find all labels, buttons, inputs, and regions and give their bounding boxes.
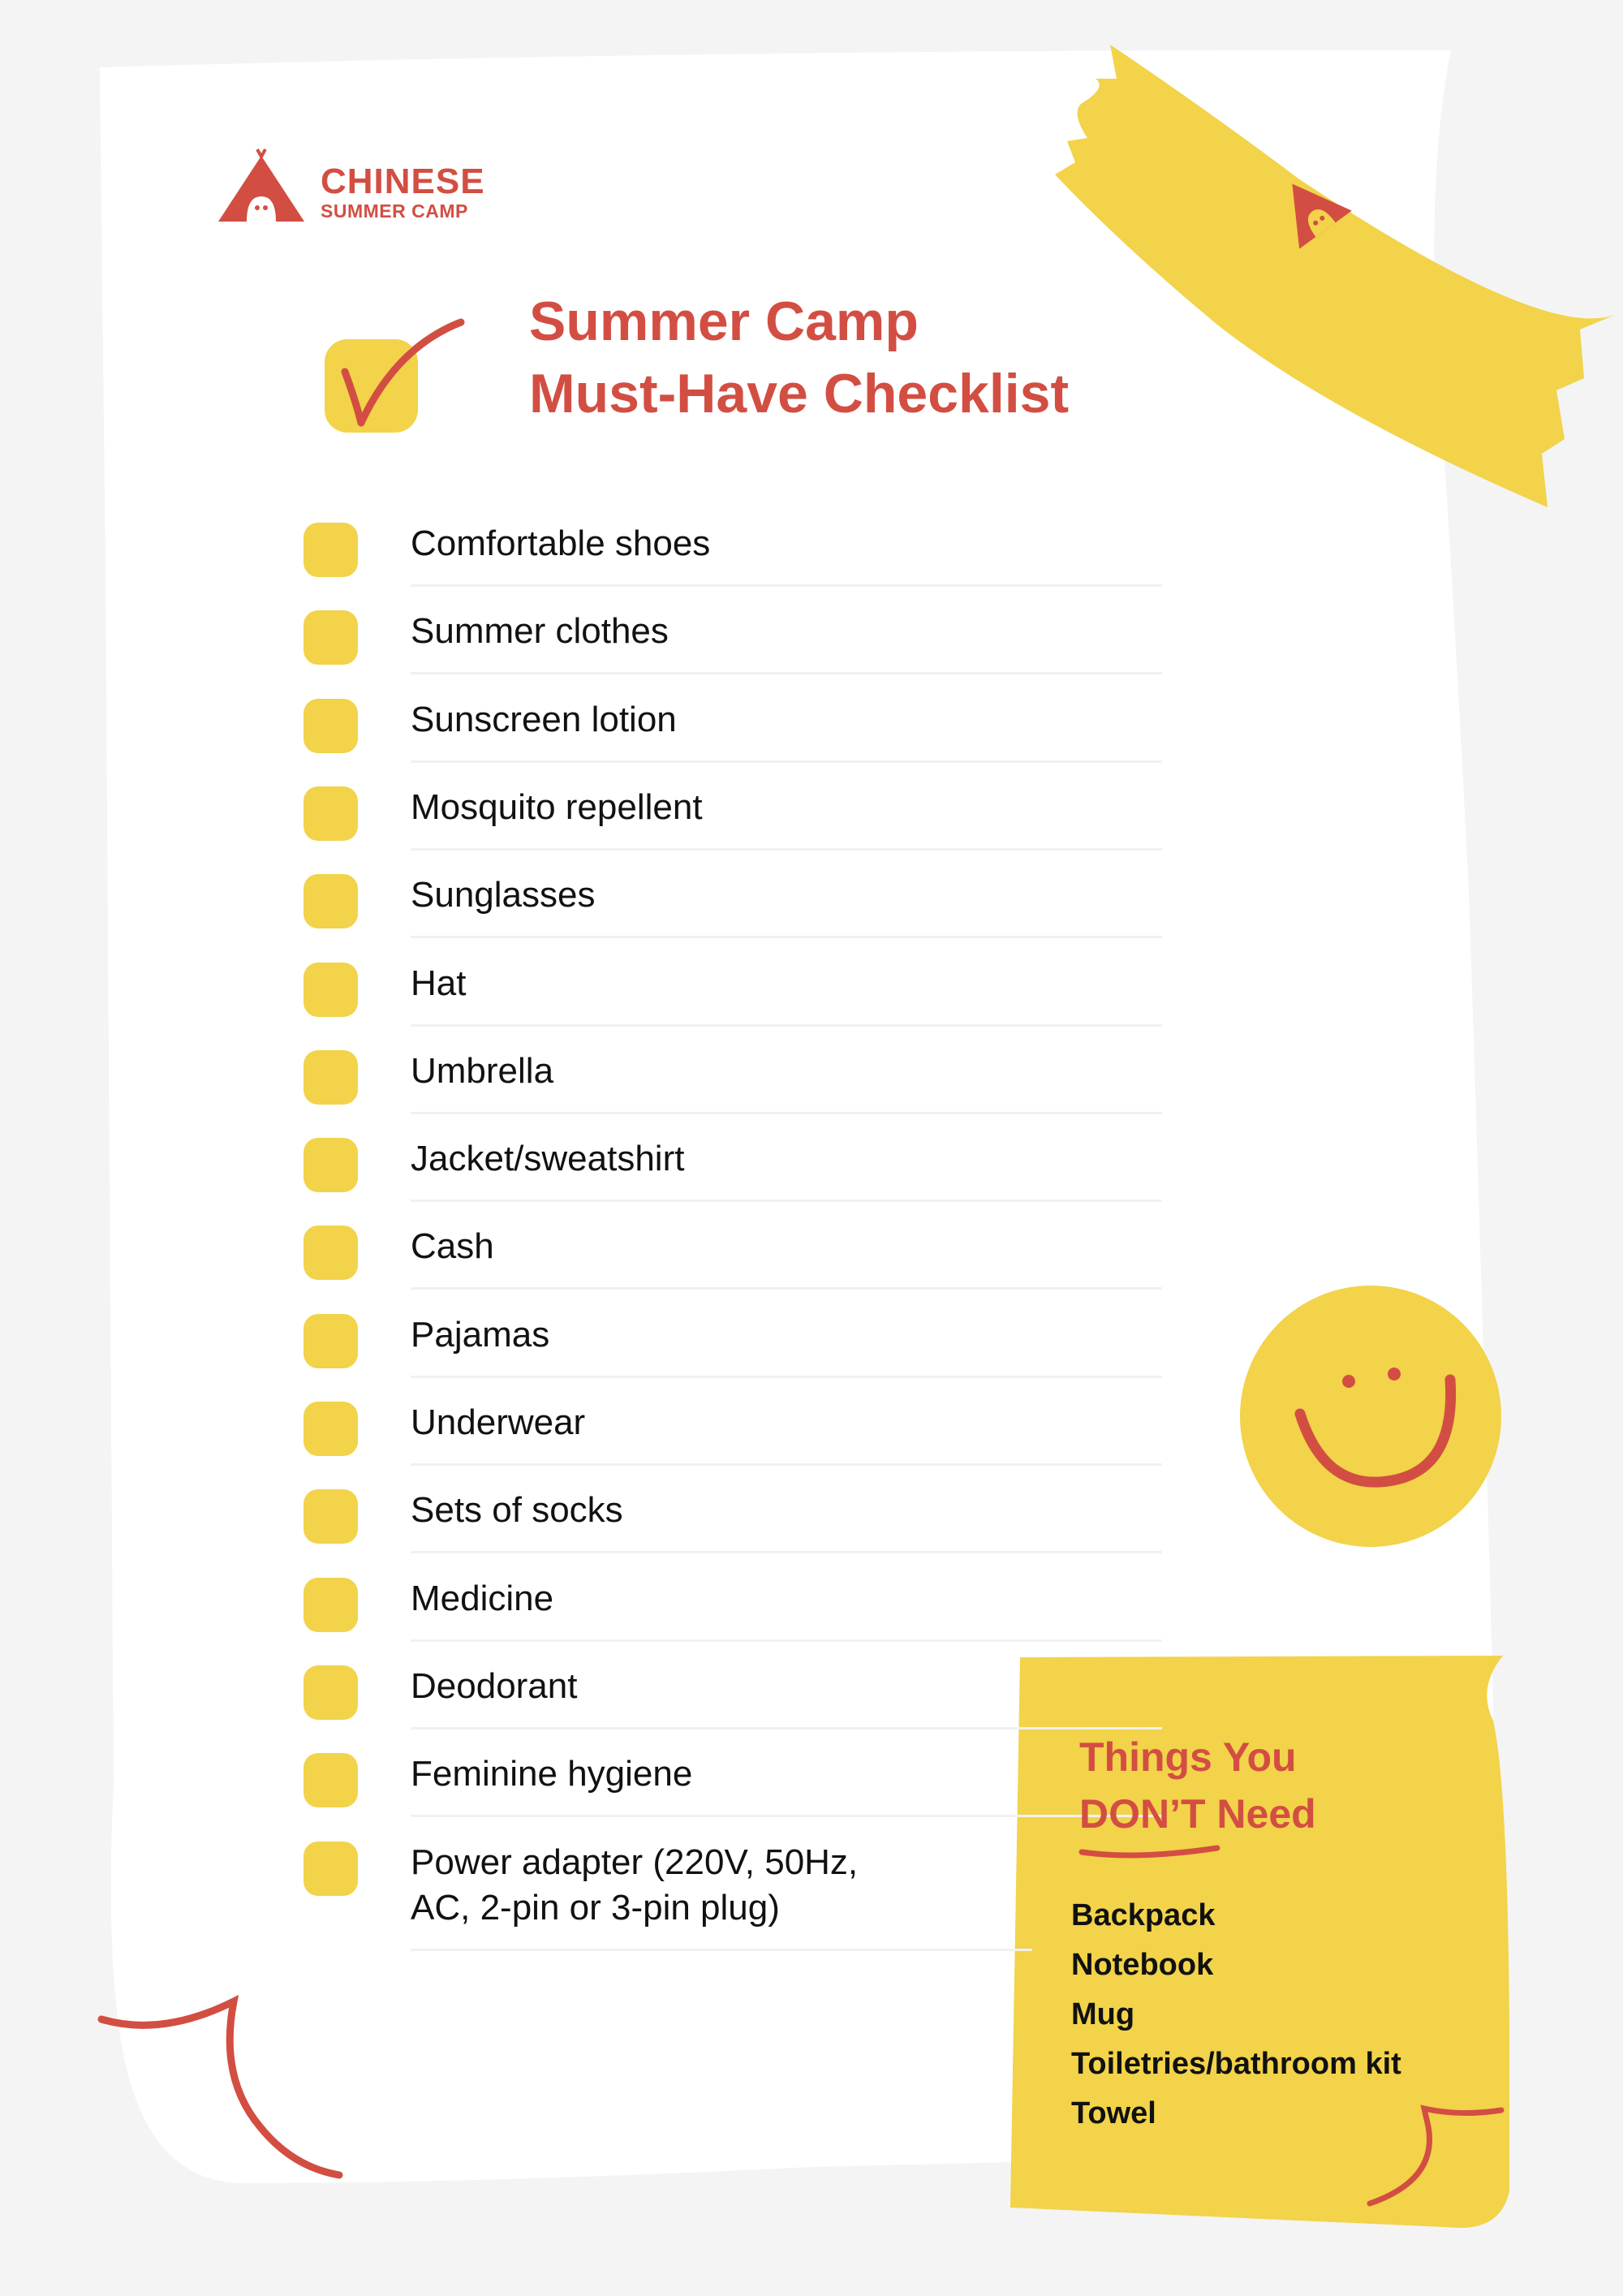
brand-logo: CHINESE SUMMER CAMP — [217, 144, 493, 226]
checklist-item: Hat — [302, 961, 1162, 1050]
checkbox[interactable] — [304, 1138, 358, 1193]
item-text: Mosquito repellent — [411, 786, 703, 827]
item-text: Sunscreen lotion — [411, 699, 677, 739]
checkbox[interactable] — [304, 1753, 358, 1808]
row-divider — [411, 584, 1162, 587]
checklist-item-label: Hat — [411, 961, 466, 1006]
row-divider — [411, 1551, 1162, 1554]
row-divider — [411, 1111, 1162, 1114]
checklist-item: Pajamas — [302, 1312, 1162, 1402]
checkbox[interactable] — [304, 1402, 358, 1456]
item-text: Feminine hygiene — [411, 1754, 693, 1794]
row-divider — [411, 760, 1162, 763]
checkbox[interactable] — [304, 698, 358, 753]
brand-name-line2: SUMMER CAMP — [321, 200, 468, 222]
checkbox[interactable] — [304, 1841, 358, 1896]
checklist-item-label: Deodorant — [411, 1664, 577, 1709]
checkbox[interactable] — [304, 1049, 358, 1105]
title-line1: Summer Camp — [529, 291, 919, 352]
page-title: Summer Camp Must-Have Checklist — [529, 286, 1069, 430]
dont-need-item: Backpack — [1071, 1898, 1216, 1932]
checkmark-icon — [325, 318, 465, 433]
tent-icon — [218, 149, 304, 222]
brand-name-line1: CHINESE — [321, 162, 485, 201]
dont-need-title-line2: DON’T Need — [1079, 1791, 1316, 1837]
row-divider — [411, 1639, 1162, 1642]
checklist-item: Sunglasses — [302, 874, 1162, 962]
dont-need-title-line1: Things You — [1079, 1734, 1297, 1780]
row-divider — [411, 1726, 1162, 1730]
checklist-item: Sunscreen lotion — [302, 697, 1162, 786]
checkbox[interactable] — [304, 1313, 358, 1368]
item-text: Jacket/sweatshirt — [411, 1139, 685, 1179]
checklist-item: Sets of socks — [302, 1489, 1162, 1577]
checklist-item: Underwear — [302, 1402, 1162, 1489]
row-divider — [411, 1200, 1162, 1203]
item-text: Cash — [411, 1226, 494, 1267]
checklist-item-label: Sets of socks — [411, 1488, 623, 1533]
checklist-item-label: Feminine hygiene — [411, 1751, 692, 1797]
checkbox[interactable] — [304, 610, 358, 666]
smiley-icon — [1240, 1286, 1501, 1547]
checkbox[interactable] — [304, 962, 358, 1017]
row-divider — [411, 936, 1162, 939]
row-divider — [411, 1287, 1162, 1290]
item-text: Summer clothes — [411, 611, 669, 652]
checklist-item-label: Umbrella — [411, 1049, 553, 1094]
dont-need-item: Mug — [1071, 1997, 1135, 2031]
checklist-item-label: Cash — [411, 1224, 494, 1269]
checklist-item: Mosquito repellent — [302, 786, 1162, 874]
checklist-item: Comfortable shoes — [302, 523, 1162, 610]
item-text-line2: AC, 2-pin or 3-pin plug) — [411, 1887, 780, 1928]
checklist-item: Cash — [302, 1226, 1162, 1313]
checklist-item-label: Jacket/sweatshirt — [411, 1136, 684, 1182]
dont-need-item: Notebook — [1071, 1948, 1214, 1982]
row-divider — [411, 672, 1162, 675]
checklist-item: Umbrella — [302, 1049, 1162, 1138]
row-divider — [411, 847, 1162, 851]
item-text: Pajamas — [411, 1314, 550, 1355]
checklist-item-label: Power adapter (220V, 50Hz, AC, 2-pin or 3… — [411, 1840, 858, 1931]
item-text: Power adapter (220V, 50Hz, — [411, 1842, 859, 1882]
item-text: Comfortable shoes — [411, 523, 711, 563]
item-text: Medicine — [411, 1578, 554, 1618]
checkbox[interactable] — [304, 1226, 358, 1281]
checkbox[interactable] — [304, 874, 358, 929]
row-divider — [411, 1463, 1162, 1466]
item-text: Umbrella — [411, 1050, 554, 1091]
item-text: Hat — [411, 963, 467, 1003]
dont-need-title: Things You DON’T Need — [1079, 1729, 1316, 1842]
dont-need-list: Backpack Notebook Mug Toiletries/bathroo… — [1071, 1891, 1401, 2139]
checklist-item-label: Underwear — [411, 1400, 585, 1445]
row-divider — [411, 1023, 1162, 1027]
checklist-item-label: Sunglasses — [411, 872, 595, 918]
item-text: Underwear — [411, 1402, 586, 1442]
checklist-item-label: Comfortable shoes — [411, 521, 710, 566]
row-divider — [411, 1948, 1032, 1951]
checklist-item-label: Mosquito repellent — [411, 785, 703, 830]
checkbox[interactable] — [304, 523, 358, 577]
checklist-item: Summer clothes — [302, 610, 1162, 698]
checklist-item-label: Summer clothes — [411, 609, 669, 654]
checkbox[interactable] — [304, 1665, 358, 1720]
checklist-item-label: Medicine — [411, 1576, 553, 1622]
checklist-item-label: Sunscreen lotion — [411, 697, 677, 743]
row-divider — [411, 1815, 1162, 1818]
title-line2: Must-Have Checklist — [529, 363, 1070, 424]
checklist-item: Deodorant — [302, 1665, 1162, 1753]
checkbox[interactable] — [304, 786, 358, 841]
checklist-item: Jacket/sweatshirt — [302, 1138, 1162, 1226]
checklist-item: Medicine — [302, 1576, 1162, 1665]
checkbox[interactable] — [304, 1489, 358, 1544]
checklist-item-label: Pajamas — [411, 1312, 549, 1358]
row-divider — [411, 1375, 1162, 1378]
item-text: Sunglasses — [411, 875, 596, 915]
checkbox[interactable] — [304, 1577, 358, 1632]
item-text: Deodorant — [411, 1665, 578, 1706]
checklist-item: Power adapter (220V, 50Hz, AC, 2-pin or 3… — [302, 1840, 1032, 1951]
item-text: Sets of socks — [411, 1490, 623, 1531]
dont-need-item: Towel — [1071, 2096, 1156, 2130]
checklist-item: Feminine hygiene — [302, 1753, 1162, 1841]
dont-need-item: Toiletries/bathroom kit — [1071, 2047, 1401, 2081]
